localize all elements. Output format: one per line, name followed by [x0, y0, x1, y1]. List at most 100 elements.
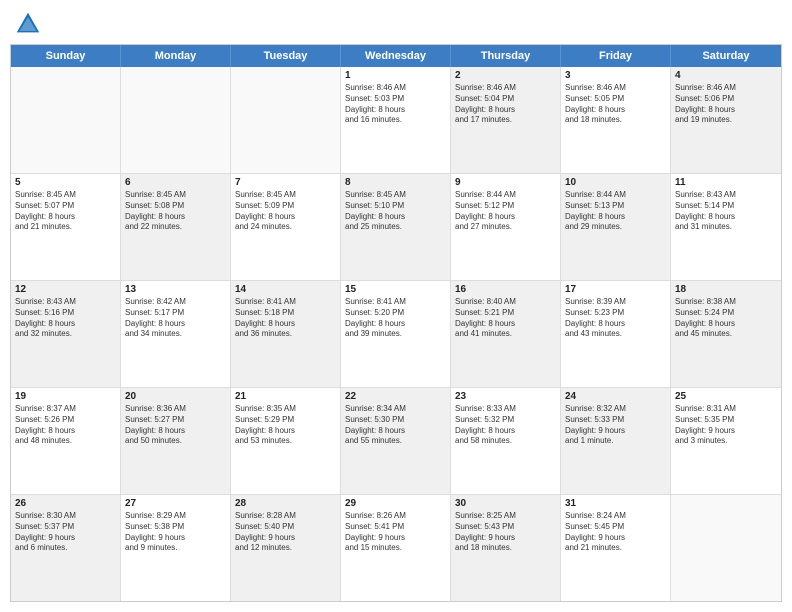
- day-number: 8: [345, 177, 446, 188]
- calendar-row-3: 19 Sunrise: 8:37 AM Sunset: 5:26 PM Dayli…: [11, 387, 781, 494]
- cell-info: Sunrise: 8:44 AM Sunset: 5:13 PM Dayligh…: [565, 190, 666, 233]
- cell-info: Sunrise: 8:24 AM Sunset: 5:45 PM Dayligh…: [565, 511, 666, 554]
- cell-info: Sunrise: 8:42 AM Sunset: 5:17 PM Dayligh…: [125, 297, 226, 340]
- calendar-row-1: 5 Sunrise: 8:45 AM Sunset: 5:07 PM Daylig…: [11, 173, 781, 280]
- cell-info: Sunrise: 8:45 AM Sunset: 5:10 PM Dayligh…: [345, 190, 446, 233]
- day-number: 11: [675, 177, 777, 188]
- calendar-cell-3-3: 22Sunrise: 8:34 AM Sunset: 5:30 PM Dayli…: [341, 388, 451, 494]
- cell-info: Sunrise: 8:35 AM Sunset: 5:29 PM Dayligh…: [235, 404, 336, 447]
- day-number: 30: [455, 498, 556, 509]
- calendar-cell-1-0: 5 Sunrise: 8:45 AM Sunset: 5:07 PM Daylig…: [11, 174, 121, 280]
- calendar-cell-1-4: 9 Sunrise: 8:44 AM Sunset: 5:12 PM Daylig…: [451, 174, 561, 280]
- calendar-row-2: 12 Sunrise: 8:43 AM Sunset: 5:16 PM Dayli…: [11, 280, 781, 387]
- calendar-body: 1 Sunrise: 8:46 AM Sunset: 5:03 PM Daylig…: [11, 67, 781, 601]
- calendar-cell-3-4: 23 Sunrise: 8:33 AM Sunset: 5:32 PM Dayli…: [451, 388, 561, 494]
- day-number: 20: [125, 391, 226, 402]
- calendar-cell-4-4: 30 Sunrise: 8:25 AM Sunset: 5:43 PM Dayli…: [451, 495, 561, 601]
- calendar-cell-2-4: 16 Sunrise: 8:40 AM Sunset: 5:21 PM Dayli…: [451, 281, 561, 387]
- calendar-cell-1-5: 10 Sunrise: 8:44 AM Sunset: 5:13 PM Dayli…: [561, 174, 671, 280]
- day-number: 14: [235, 284, 336, 295]
- weekday-header-thursday: Thursday: [451, 45, 561, 67]
- cell-info: Sunrise: 8:46 AM Sunset: 5:03 PM Dayligh…: [345, 83, 446, 126]
- calendar-cell-0-3: 1 Sunrise: 8:46 AM Sunset: 5:03 PM Daylig…: [341, 67, 451, 173]
- day-number: 1: [345, 70, 446, 81]
- cell-info: Sunrise: 8:46 AM Sunset: 5:06 PM Dayligh…: [675, 83, 777, 126]
- calendar-cell-3-5: 24Sunrise: 8:32 AM Sunset: 5:33 PM Dayli…: [561, 388, 671, 494]
- day-number: 15: [345, 284, 446, 295]
- cell-info: Sunrise: 8:45 AM Sunset: 5:07 PM Dayligh…: [15, 190, 116, 233]
- day-number: 9: [455, 177, 556, 188]
- cell-info: Sunrise: 8:30 AM Sunset: 5:37 PM Dayligh…: [15, 511, 116, 554]
- cell-info: Sunrise: 8:37 AM Sunset: 5:26 PM Dayligh…: [15, 404, 116, 447]
- day-number: 29: [345, 498, 446, 509]
- cell-info: Sunrise: 8:41 AM Sunset: 5:18 PM Dayligh…: [235, 297, 336, 340]
- calendar-cell-2-3: 15 Sunrise: 8:41 AM Sunset: 5:20 PM Dayli…: [341, 281, 451, 387]
- day-number: 10: [565, 177, 666, 188]
- calendar-cell-4-2: 28Sunrise: 8:28 AM Sunset: 5:40 PM Dayli…: [231, 495, 341, 601]
- cell-info: Sunrise: 8:45 AM Sunset: 5:09 PM Dayligh…: [235, 190, 336, 233]
- weekday-header-tuesday: Tuesday: [231, 45, 341, 67]
- weekday-header-sunday: Sunday: [11, 45, 121, 67]
- weekday-header-monday: Monday: [121, 45, 231, 67]
- calendar-cell-2-2: 14 Sunrise: 8:41 AM Sunset: 5:18 PM Dayli…: [231, 281, 341, 387]
- day-number: 25: [675, 391, 777, 402]
- day-number: 31: [565, 498, 666, 509]
- day-number: 13: [125, 284, 226, 295]
- calendar: SundayMondayTuesdayWednesdayThursdayFrid…: [10, 44, 782, 602]
- calendar-cell-1-3: 8 Sunrise: 8:45 AM Sunset: 5:10 PM Daylig…: [341, 174, 451, 280]
- day-number: 23: [455, 391, 556, 402]
- calendar-cell-1-6: 11 Sunrise: 8:43 AM Sunset: 5:14 PM Dayli…: [671, 174, 781, 280]
- calendar-cell-2-5: 17 Sunrise: 8:39 AM Sunset: 5:23 PM Dayli…: [561, 281, 671, 387]
- cell-info: Sunrise: 8:32 AM Sunset: 5:33 PM Dayligh…: [565, 404, 666, 447]
- day-number: 27: [125, 498, 226, 509]
- weekday-header-friday: Friday: [561, 45, 671, 67]
- day-number: 4: [675, 70, 777, 81]
- cell-info: Sunrise: 8:29 AM Sunset: 5:38 PM Dayligh…: [125, 511, 226, 554]
- calendar-cell-2-6: 18 Sunrise: 8:38 AM Sunset: 5:24 PM Dayli…: [671, 281, 781, 387]
- day-number: 19: [15, 391, 116, 402]
- cell-info: Sunrise: 8:44 AM Sunset: 5:12 PM Dayligh…: [455, 190, 556, 233]
- cell-info: Sunrise: 8:38 AM Sunset: 5:24 PM Dayligh…: [675, 297, 777, 340]
- calendar-cell-3-0: 19 Sunrise: 8:37 AM Sunset: 5:26 PM Dayli…: [11, 388, 121, 494]
- calendar-cell-1-1: 6 Sunrise: 8:45 AM Sunset: 5:08 PM Daylig…: [121, 174, 231, 280]
- calendar-cell-4-6: [671, 495, 781, 601]
- day-number: 16: [455, 284, 556, 295]
- weekday-header-wednesday: Wednesday: [341, 45, 451, 67]
- cell-info: Sunrise: 8:26 AM Sunset: 5:41 PM Dayligh…: [345, 511, 446, 554]
- day-number: 12: [15, 284, 116, 295]
- calendar-cell-4-5: 31 Sunrise: 8:24 AM Sunset: 5:45 PM Dayli…: [561, 495, 671, 601]
- cell-info: Sunrise: 8:31 AM Sunset: 5:35 PM Dayligh…: [675, 404, 777, 447]
- calendar-cell-1-2: 7 Sunrise: 8:45 AM Sunset: 5:09 PM Daylig…: [231, 174, 341, 280]
- logo: [14, 10, 46, 38]
- cell-info: Sunrise: 8:46 AM Sunset: 5:04 PM Dayligh…: [455, 83, 556, 126]
- day-number: 5: [15, 177, 116, 188]
- calendar-cell-3-6: 25 Sunrise: 8:31 AM Sunset: 5:35 PM Dayli…: [671, 388, 781, 494]
- day-number: 17: [565, 284, 666, 295]
- cell-info: Sunrise: 8:39 AM Sunset: 5:23 PM Dayligh…: [565, 297, 666, 340]
- cell-info: Sunrise: 8:41 AM Sunset: 5:20 PM Dayligh…: [345, 297, 446, 340]
- cell-info: Sunrise: 8:45 AM Sunset: 5:08 PM Dayligh…: [125, 190, 226, 233]
- day-number: 2: [455, 70, 556, 81]
- cell-info: Sunrise: 8:25 AM Sunset: 5:43 PM Dayligh…: [455, 511, 556, 554]
- calendar-cell-3-2: 21Sunrise: 8:35 AM Sunset: 5:29 PM Dayli…: [231, 388, 341, 494]
- day-number: 7: [235, 177, 336, 188]
- calendar-cell-0-4: 2 Sunrise: 8:46 AM Sunset: 5:04 PM Daylig…: [451, 67, 561, 173]
- day-number: 3: [565, 70, 666, 81]
- calendar-header: SundayMondayTuesdayWednesdayThursdayFrid…: [11, 45, 781, 67]
- cell-info: Sunrise: 8:36 AM Sunset: 5:27 PM Dayligh…: [125, 404, 226, 447]
- day-number: 18: [675, 284, 777, 295]
- cell-info: Sunrise: 8:33 AM Sunset: 5:32 PM Dayligh…: [455, 404, 556, 447]
- calendar-cell-4-0: 26 Sunrise: 8:30 AM Sunset: 5:37 PM Dayli…: [11, 495, 121, 601]
- calendar-cell-2-1: 13 Sunrise: 8:42 AM Sunset: 5:17 PM Dayli…: [121, 281, 231, 387]
- calendar-cell-0-5: 3Sunrise: 8:46 AM Sunset: 5:05 PM Daylig…: [561, 67, 671, 173]
- cell-info: Sunrise: 8:43 AM Sunset: 5:14 PM Dayligh…: [675, 190, 777, 233]
- weekday-header-saturday: Saturday: [671, 45, 781, 67]
- calendar-cell-4-1: 27 Sunrise: 8:29 AM Sunset: 5:38 PM Dayli…: [121, 495, 231, 601]
- day-number: 6: [125, 177, 226, 188]
- cell-info: Sunrise: 8:40 AM Sunset: 5:21 PM Dayligh…: [455, 297, 556, 340]
- day-number: 22: [345, 391, 446, 402]
- cell-info: Sunrise: 8:43 AM Sunset: 5:16 PM Dayligh…: [15, 297, 116, 340]
- page: SundayMondayTuesdayWednesdayThursdayFrid…: [0, 0, 792, 612]
- calendar-row-0: 1 Sunrise: 8:46 AM Sunset: 5:03 PM Daylig…: [11, 67, 781, 173]
- day-number: 26: [15, 498, 116, 509]
